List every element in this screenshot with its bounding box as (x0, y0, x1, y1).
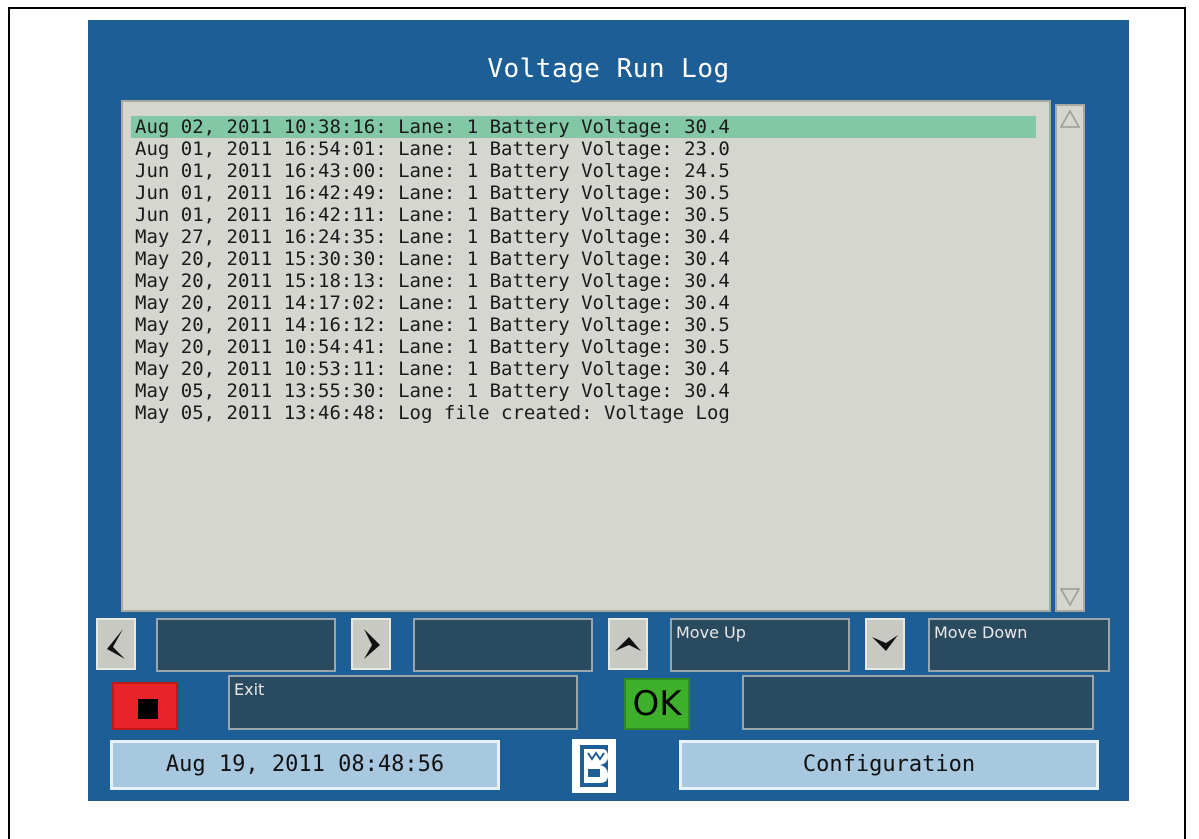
log-list[interactable]: Aug 02, 2011 10:38:16: Lane: 1 Battery V… (121, 100, 1051, 612)
configuration-button[interactable]: Configuration (679, 740, 1099, 790)
left-arrow-icon (107, 629, 125, 659)
scroll-down-arrow-icon[interactable] (1059, 586, 1081, 608)
stop-button[interactable] (112, 682, 178, 730)
move-up-field: Move Up (670, 618, 850, 672)
log-line[interactable]: Jun 01, 2011 16:43:00: Lane: 1 Battery V… (131, 160, 1036, 182)
down-arrow-icon (872, 635, 898, 651)
log-line[interactable]: Jun 01, 2011 16:42:11: Lane: 1 Battery V… (131, 204, 1036, 226)
log-line[interactable]: Aug 02, 2011 10:38:16: Lane: 1 Battery V… (131, 116, 1036, 138)
left-field (156, 618, 336, 672)
log-line[interactable]: May 20, 2011 14:16:12: Lane: 1 Battery V… (131, 314, 1036, 336)
log-line[interactable]: May 20, 2011 14:17:02: Lane: 1 Battery V… (131, 292, 1036, 314)
log-line[interactable]: May 20, 2011 10:54:41: Lane: 1 Battery V… (131, 336, 1036, 358)
stop-icon (138, 699, 158, 719)
left-button[interactable] (96, 618, 136, 670)
ok-button[interactable]: OK (624, 678, 690, 730)
page-title: Voltage Run Log (487, 54, 730, 84)
move-up-button[interactable] (608, 618, 648, 670)
log-scrollbar[interactable] (1055, 104, 1085, 612)
log-line[interactable]: May 05, 2011 13:46:48: Log file created:… (131, 402, 1036, 424)
log-line[interactable]: May 05, 2011 13:55:30: Lane: 1 Battery V… (131, 380, 1036, 402)
hmi-screen: Voltage Run Log Aug 02, 2011 10:38:16: L… (88, 20, 1129, 801)
move-down-field: Move Down (928, 618, 1110, 672)
ok-field (742, 675, 1094, 730)
move-down-button[interactable] (865, 618, 905, 670)
log-line[interactable]: May 20, 2011 15:30:30: Lane: 1 Battery V… (131, 248, 1036, 270)
right-arrow-icon (364, 629, 380, 659)
log-line[interactable]: Jun 01, 2011 16:42:49: Lane: 1 Battery V… (131, 182, 1036, 204)
up-arrow-icon (615, 637, 641, 651)
scroll-up-arrow-icon[interactable] (1059, 108, 1081, 130)
log-line[interactable]: May 20, 2011 15:18:13: Lane: 1 Battery V… (131, 270, 1036, 292)
log-line[interactable]: May 20, 2011 10:53:11: Lane: 1 Battery V… (131, 358, 1036, 380)
right-button[interactable] (351, 618, 391, 670)
log-line[interactable]: May 27, 2011 16:24:35: Lane: 1 Battery V… (131, 226, 1036, 248)
exit-field: Exit (228, 675, 578, 730)
datetime-display[interactable]: Aug 19, 2011 08:48:56 (110, 740, 500, 790)
log-lines: Aug 02, 2011 10:38:16: Lane: 1 Battery V… (131, 116, 1036, 424)
log-line[interactable]: Aug 01, 2011 16:54:01: Lane: 1 Battery V… (131, 138, 1036, 160)
right-field (413, 618, 593, 672)
brand-logo-icon[interactable] (570, 737, 618, 795)
